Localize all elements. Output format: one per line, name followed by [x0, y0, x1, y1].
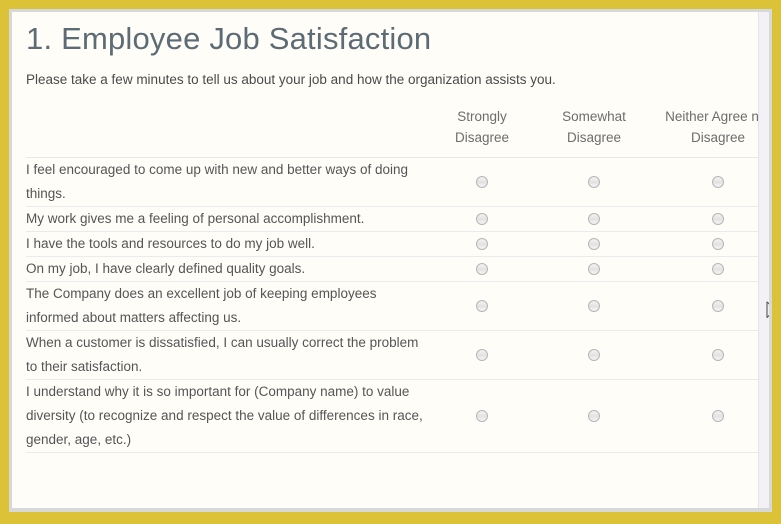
radio-button[interactable] [588, 349, 600, 361]
column-header-line1: Neither Agree nor [665, 109, 769, 124]
radio-button[interactable] [588, 300, 600, 312]
radio-cell-somewhat-disagree[interactable] [538, 232, 650, 257]
matrix-body: I feel encouraged to come up with new an… [26, 158, 769, 453]
radio-button[interactable] [712, 213, 724, 225]
matrix-header: Strongly Disagree Somewhat Disagree Neit… [26, 106, 769, 158]
radio-button[interactable] [476, 300, 488, 312]
column-header-line1: Somewhat [562, 109, 626, 124]
radio-cell-neither-agree-nor-disagree[interactable] [650, 257, 769, 282]
radio-cell-strongly-disagree[interactable] [426, 380, 538, 453]
radio-button[interactable] [476, 410, 488, 422]
table-row: The Company does an excellent job of kee… [26, 282, 769, 331]
matrix-header-row: Strongly Disagree Somewhat Disagree Neit… [26, 106, 769, 158]
radio-cell-strongly-disagree[interactable] [426, 331, 538, 380]
radio-button[interactable] [476, 213, 488, 225]
radio-cell-somewhat-disagree[interactable] [538, 158, 650, 207]
page-title: 1. Employee Job Satisfaction [26, 18, 769, 60]
question-label: I have the tools and resources to do my … [26, 232, 426, 257]
radio-cell-somewhat-disagree[interactable] [538, 257, 650, 282]
radio-button[interactable] [588, 176, 600, 188]
column-header-line2: Disagree [455, 130, 509, 145]
survey-page: 1. Employee Job Satisfaction Please take… [12, 12, 769, 508]
satisfaction-matrix-table: Strongly Disagree Somewhat Disagree Neit… [26, 106, 769, 453]
radio-cell-somewhat-disagree[interactable] [538, 380, 650, 453]
radio-button[interactable] [476, 263, 488, 275]
radio-cell-neither-agree-nor-disagree[interactable] [650, 380, 769, 453]
question-column-header [26, 106, 426, 158]
radio-cell-neither-agree-nor-disagree[interactable] [650, 207, 769, 232]
radio-button[interactable] [712, 349, 724, 361]
radio-cell-neither-agree-nor-disagree[interactable] [650, 282, 769, 331]
radio-button[interactable] [588, 263, 600, 275]
radio-cell-strongly-disagree[interactable] [426, 232, 538, 257]
radio-button[interactable] [476, 238, 488, 250]
column-header-line1: Strongly [457, 109, 507, 124]
table-row: I understand why it is so important for … [26, 380, 769, 453]
radio-button[interactable] [476, 349, 488, 361]
table-row: I feel encouraged to come up with new an… [26, 158, 769, 207]
radio-cell-somewhat-disagree[interactable] [538, 207, 650, 232]
radio-cell-strongly-disagree[interactable] [426, 207, 538, 232]
radio-button[interactable] [588, 238, 600, 250]
radio-cell-neither-agree-nor-disagree[interactable] [650, 331, 769, 380]
table-row: When a customer is dissatisfied, I can u… [26, 331, 769, 380]
radio-cell-strongly-disagree[interactable] [426, 257, 538, 282]
radio-button[interactable] [712, 176, 724, 188]
question-label: The Company does an excellent job of kee… [26, 282, 426, 331]
question-label: On my job, I have clearly defined qualit… [26, 257, 426, 282]
frame-inner-border: 1. Employee Job Satisfaction Please take… [9, 9, 772, 512]
radio-button[interactable] [712, 300, 724, 312]
radio-button[interactable] [476, 176, 488, 188]
question-label: I understand why it is so important for … [26, 380, 426, 453]
table-row: My work gives me a feeling of personal a… [26, 207, 769, 232]
radio-button[interactable] [712, 410, 724, 422]
column-header-line2: Disagree [567, 130, 621, 145]
column-header-strongly-disagree: Strongly Disagree [426, 106, 538, 158]
radio-cell-somewhat-disagree[interactable] [538, 282, 650, 331]
radio-cell-neither-agree-nor-disagree[interactable] [650, 232, 769, 257]
radio-cell-strongly-disagree[interactable] [426, 158, 538, 207]
radio-button[interactable] [588, 410, 600, 422]
radio-button[interactable] [712, 263, 724, 275]
question-label: I feel encouraged to come up with new an… [26, 158, 426, 207]
column-header-line2: Disagree [691, 130, 745, 145]
survey-content: 1. Employee Job Satisfaction Please take… [12, 12, 769, 508]
vertical-scrollbar[interactable] [758, 12, 769, 508]
column-header-somewhat-disagree: Somewhat Disagree [538, 106, 650, 158]
question-label: When a customer is dissatisfied, I can u… [26, 331, 426, 380]
radio-cell-strongly-disagree[interactable] [426, 282, 538, 331]
radio-button[interactable] [588, 213, 600, 225]
survey-intro-text: Please take a few minutes to tell us abo… [26, 71, 769, 89]
radio-cell-somewhat-disagree[interactable] [538, 331, 650, 380]
table-row: I have the tools and resources to do my … [26, 232, 769, 257]
table-row: On my job, I have clearly defined qualit… [26, 257, 769, 282]
question-label: My work gives me a feeling of personal a… [26, 207, 426, 232]
decorative-gold-frame: 1. Employee Job Satisfaction Please take… [0, 0, 781, 524]
radio-cell-neither-agree-nor-disagree[interactable] [650, 158, 769, 207]
column-header-neither-agree-nor-disagree: Neither Agree nor Disagree [650, 106, 769, 158]
radio-button[interactable] [712, 238, 724, 250]
